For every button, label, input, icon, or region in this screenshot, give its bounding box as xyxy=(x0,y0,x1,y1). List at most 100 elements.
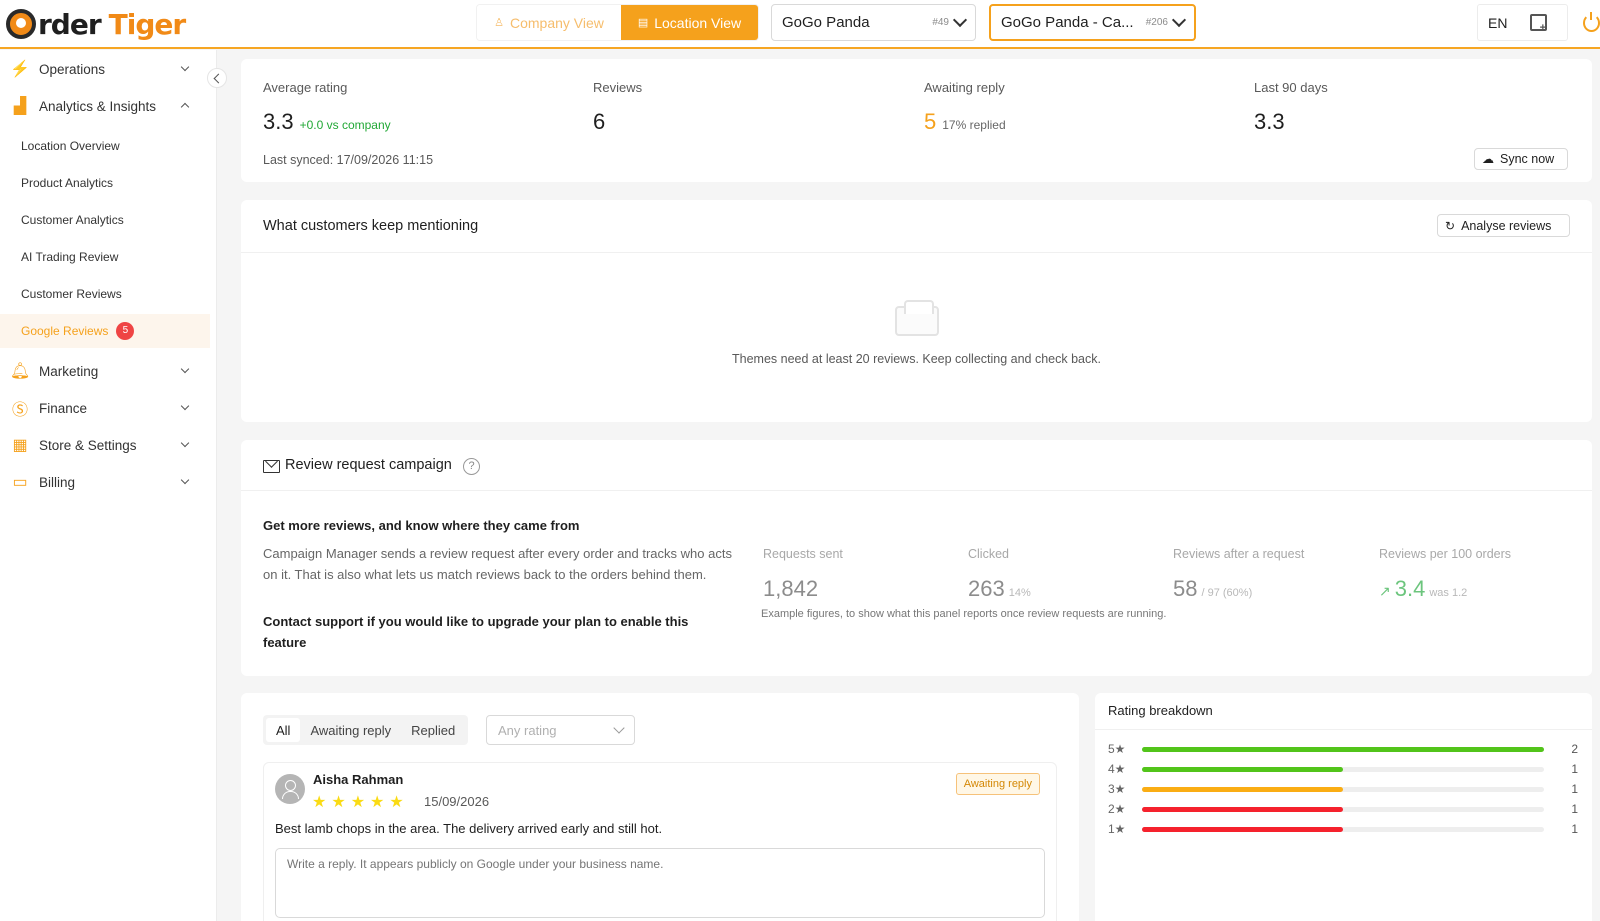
count-badge: 5 xyxy=(116,322,135,340)
breakdown-title: Rating breakdown xyxy=(1108,703,1213,718)
sidebar-item-marketing[interactable]: 🔔︎ Marketing xyxy=(0,354,210,388)
themes-empty-text: Themes need at least 20 reviews. Keep co… xyxy=(732,352,1101,366)
tab-awaiting-reply[interactable]: Awaiting reply xyxy=(300,718,401,742)
sidebar-item-operations[interactable]: ⚡ Operations xyxy=(0,52,210,86)
breakdown-row: 1★ 1 xyxy=(1108,820,1578,838)
campaign-stat-clicked: Clicked 263 14% xyxy=(968,547,1031,602)
stat-value: 3.3 xyxy=(1254,109,1285,134)
chart-icon: ▟ xyxy=(13,98,27,115)
sidebar-item-label: Store & Settings xyxy=(39,437,137,453)
stat-reviews: Reviews 6 xyxy=(593,80,642,135)
stat-label: Awaiting reply xyxy=(924,80,1005,95)
last-synced-text: Last synced: 17/09/2026 11:15 xyxy=(263,153,434,167)
rating-filter-select[interactable]: Any rating xyxy=(486,715,635,745)
reply-textarea[interactable] xyxy=(275,848,1045,918)
chevron-down-icon xyxy=(180,62,190,72)
campaign-stat-value: 3.4 xyxy=(1394,576,1426,601)
rating-breakdown-card: Rating breakdown 5★ 2 4★ 1 3★ 1 2★ 1 1★ 1 xyxy=(1095,693,1592,921)
sidebar-sub-customer-analytics[interactable]: Customer Analytics xyxy=(0,203,210,237)
help-icon[interactable]: ? xyxy=(463,458,480,475)
store-icon: ▦ xyxy=(12,437,28,454)
themes-card: What customers keep mentioning ↻ Analyse… xyxy=(241,200,1592,422)
card-icon: ▭ xyxy=(12,474,28,491)
order-tiger-logo[interactable]: rder Tiger xyxy=(6,4,186,44)
breakdown-row: 3★ 1 xyxy=(1108,780,1578,798)
chevron-down-icon xyxy=(952,12,968,28)
campaign-stat-sub: 14% xyxy=(1008,587,1031,599)
tab-all[interactable]: All xyxy=(266,718,301,742)
power-icon[interactable] xyxy=(1583,12,1600,32)
star-rating: ★ ★ ★ ★ ★ xyxy=(312,792,409,812)
breakdown-label: 5★ xyxy=(1108,742,1126,756)
campaign-stat-sub: / 97 (60%) xyxy=(1201,587,1253,599)
breakdown-bar-track xyxy=(1142,766,1544,772)
star-icon: ★ xyxy=(312,794,327,811)
stat-delta: +0.0 vs company xyxy=(299,118,391,132)
sidebar-item-store-settings[interactable]: ▦ Store & Settings xyxy=(0,428,210,462)
tab-replied[interactable]: Replied xyxy=(401,718,465,742)
reviewer-name: Aisha Rahman xyxy=(313,772,404,787)
location-select-value: GoGo Panda - Ca... xyxy=(1001,14,1134,31)
star-icon: ★ xyxy=(370,794,385,811)
sidebar-item-label: Analytics & Insights xyxy=(39,98,157,114)
cloud-sync-icon: ☁ xyxy=(1482,152,1494,166)
campaign-stat-label: Clicked xyxy=(968,547,1009,561)
sidebar-item-analytics[interactable]: ▟ Analytics & Insights xyxy=(0,89,210,123)
breakdown-count: 1 xyxy=(1571,822,1578,836)
location-view-button[interactable]: ▤ Location View xyxy=(620,5,758,40)
sidebar-sub-google-reviews[interactable]: Google Reviews 5 xyxy=(0,314,210,348)
stat-sub: 17% replied xyxy=(942,118,1006,132)
company-view-button[interactable]: ♙ Company View xyxy=(477,5,621,40)
analyse-reviews-button[interactable]: ↻ Analyse reviews xyxy=(1437,214,1570,237)
location-select[interactable]: GoGo Panda - Ca... #206 xyxy=(989,4,1196,41)
campaign-stat-label: Requests sent xyxy=(763,547,843,561)
sidebar: ⚡ Operations ▟ Analytics & Insights Loca… xyxy=(0,50,217,921)
review-item: Aisha Rahman ★ ★ ★ ★ ★ 15/09/2026 Awaiting r… xyxy=(263,762,1057,921)
brand-select[interactable]: GoGo Panda #49 xyxy=(771,4,976,41)
export-icon[interactable] xyxy=(1530,14,1547,34)
sync-now-label: Sync now xyxy=(1500,152,1555,166)
campaign-stat-value: 1,842 xyxy=(763,576,819,601)
campaign-description: Campaign Manager sends a review request … xyxy=(263,546,732,582)
campaign-title: Review request campaign xyxy=(285,457,452,473)
sidebar-item-finance[interactable]: Ⓢ Finance xyxy=(0,391,210,425)
sidebar-sub-label: Location Overview xyxy=(21,139,120,153)
dollar-icon: Ⓢ xyxy=(11,402,28,419)
rating-stats-card: Average rating 3.3 +0.0 vs company Revie… xyxy=(241,59,1592,182)
sidebar-sub-location-overview[interactable]: Location Overview xyxy=(0,129,210,163)
sidebar-sub-ai-trading-review[interactable]: AI Trading Review xyxy=(0,240,210,274)
language-switcher[interactable]: EN xyxy=(1478,15,1528,31)
sidebar-sub-label: Google Reviews xyxy=(21,324,109,338)
stat-value: 6 xyxy=(593,109,606,134)
bell-icon: 🔔︎ xyxy=(9,363,31,380)
sidebar-sub-label: Customer Analytics xyxy=(21,213,124,227)
campaign-heading: Get more reviews, and know where they ca… xyxy=(263,518,580,533)
star-icon: ★ xyxy=(350,794,366,811)
stat-value: 3.3 xyxy=(263,109,294,134)
breakdown-row: 4★ 1 xyxy=(1108,760,1578,778)
campaign-stat-value: 58 xyxy=(1173,576,1198,601)
sidebar-sub-label: Customer Reviews xyxy=(21,287,122,301)
sidebar-item-label: Operations xyxy=(39,61,106,77)
sidebar-collapse-button[interactable] xyxy=(207,68,227,88)
stat-label: Last 90 days xyxy=(1254,80,1328,95)
divider xyxy=(1095,729,1592,730)
sync-now-button[interactable]: ☁ Sync now xyxy=(1474,148,1568,170)
sidebar-item-billing[interactable]: ▭ Billing xyxy=(0,465,210,499)
breakdown-bar-fill xyxy=(1142,806,1343,812)
breakdown-row: 2★ 1 xyxy=(1108,800,1578,818)
star-icon: ★ xyxy=(331,794,346,811)
divider xyxy=(241,252,1592,253)
company-icon: ♙ xyxy=(494,17,504,29)
brand-select-value: GoGo Panda xyxy=(782,14,870,31)
chevron-down-icon xyxy=(180,364,190,374)
rating-filter-placeholder: Any rating xyxy=(498,722,557,738)
campaign-stat-sub: was 1.2 xyxy=(1429,587,1468,599)
avatar xyxy=(275,774,305,804)
review-filter-tabs: All Awaiting reply Replied xyxy=(263,715,469,745)
sidebar-sub-product-analytics[interactable]: Product Analytics xyxy=(0,166,210,200)
chevron-down-icon xyxy=(180,438,190,448)
breakdown-bar-fill xyxy=(1142,786,1343,792)
sidebar-sub-customer-reviews[interactable]: Customer Reviews xyxy=(0,277,210,311)
empty-inbox-icon xyxy=(895,300,939,336)
